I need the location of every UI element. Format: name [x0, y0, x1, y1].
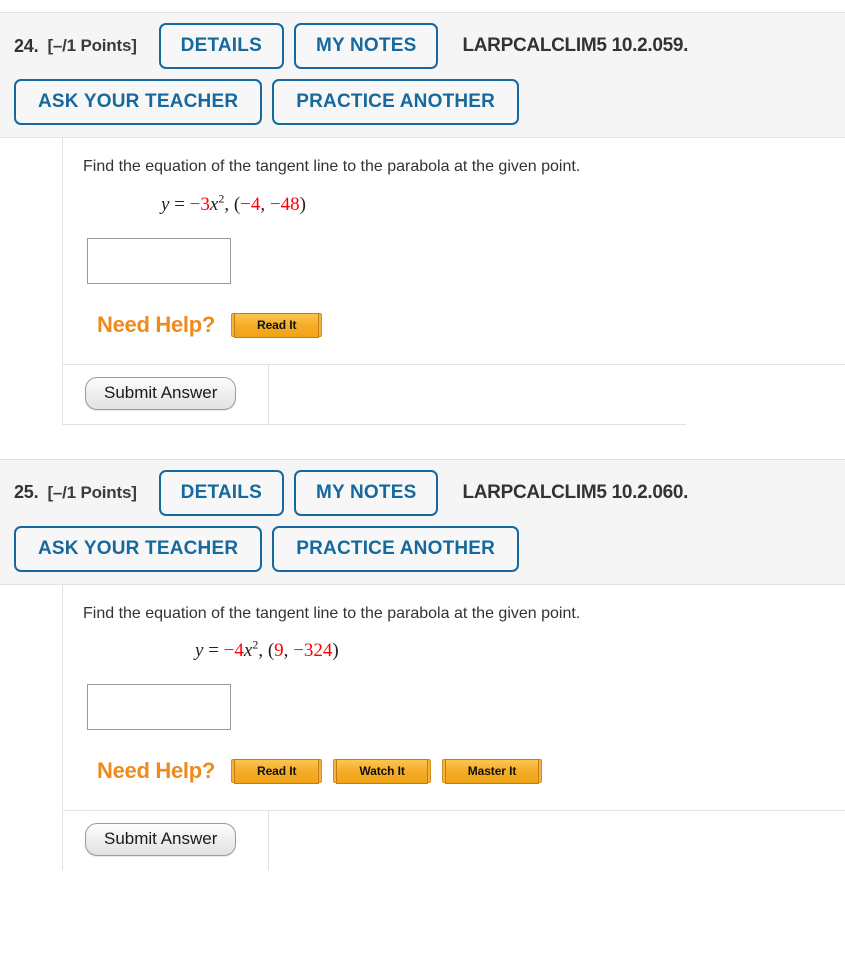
- problem-24-question-content: Find the equation of the tangent line to…: [63, 138, 845, 338]
- equation-point-y: −324: [293, 640, 333, 662]
- problem-24-header-row-2: ASK YOUR TEACHER PRACTICE ANOTHER: [0, 79, 845, 125]
- equation-lhs: y: [161, 193, 170, 215]
- ask-your-teacher-button[interactable]: ASK YOUR TEACHER: [14, 525, 263, 572]
- page-top-spacer: [0, 0, 845, 12]
- equation-point-x: −4: [240, 193, 261, 215]
- equation-display: y = −3x2, (−4, −48): [161, 192, 845, 216]
- answer-input[interactable]: [87, 237, 231, 284]
- problem-24-header: 24. [–/1 Points] DETAILS MY NOTES LARPCA…: [0, 12, 845, 138]
- watch-it-button[interactable]: Watch It: [333, 759, 431, 785]
- master-it-label: Master It: [444, 759, 540, 785]
- equation-comma: ,: [224, 193, 230, 215]
- watch-it-label: Watch It: [336, 759, 428, 785]
- problem-number: 24.: [14, 35, 39, 56]
- question-prompt: Find the equation of the tangent line to…: [83, 604, 581, 622]
- my-notes-button[interactable]: MY NOTES: [293, 469, 439, 516]
- submit-answer-button[interactable]: Submit Answer: [85, 823, 237, 857]
- problem-24-bottom-spacer: [0, 424, 845, 459]
- problem-24-submit-filler: [268, 364, 845, 424]
- need-help-row: Need Help? Read It Watch It Master It: [97, 758, 845, 785]
- read-it-label: Read It: [234, 759, 320, 785]
- equation-display: y = −4x2, (9, −324): [195, 639, 845, 662]
- problem-25: 25. [–/1 Points] DETAILS MY NOTES LARPCA…: [0, 458, 845, 871]
- equation-lhs: y: [195, 640, 204, 662]
- problem-25-gutter: [0, 584, 62, 871]
- equation-point-close: ): [332, 640, 339, 662]
- problem-25-header-row-1: 25. [–/1 Points] DETAILS MY NOTES LARPCA…: [0, 469, 845, 516]
- problem-24-question-card: Find the equation of the tangent line to…: [62, 138, 845, 425]
- problem-25-question-card: Find the equation of the tangent line to…: [62, 584, 845, 871]
- textbook-reference: LARPCALCLIM5 10.2.059.: [462, 35, 689, 56]
- need-help-label: Need Help?: [97, 758, 216, 784]
- answer-input[interactable]: [87, 684, 231, 731]
- problem-24-submit-zone: Submit Answer: [63, 363, 845, 424]
- problem-25-body: Find the equation of the tangent line to…: [0, 584, 845, 871]
- practice-another-button[interactable]: PRACTICE ANOTHER: [272, 79, 520, 125]
- equation-point-close: ): [299, 193, 306, 215]
- problem-number: 25.: [14, 482, 39, 503]
- read-it-label: Read It: [234, 312, 320, 338]
- problem-24-submit-cell: Submit Answer: [63, 365, 268, 424]
- equation-point-y: −48: [269, 193, 300, 215]
- equation-coefficient: −3: [189, 193, 210, 215]
- problem-25-submit-filler: [268, 811, 845, 871]
- master-it-button[interactable]: Master It: [441, 759, 543, 785]
- problem-25-header: 25. [–/1 Points] DETAILS MY NOTES LARPCA…: [0, 458, 845, 585]
- problem-25-header-row-2: ASK YOUR TEACHER PRACTICE ANOTHER: [0, 525, 845, 572]
- problem-25-submit-cell: Submit Answer: [63, 811, 268, 870]
- equation-coefficient: −4: [223, 640, 244, 662]
- equation-point-x: 9: [274, 640, 284, 662]
- textbook-reference: LARPCALCLIM5 10.2.060.: [462, 481, 689, 503]
- read-it-button[interactable]: Read It: [231, 312, 323, 338]
- points-label: [–/1 Points]: [47, 36, 137, 55]
- submit-answer-button[interactable]: Submit Answer: [85, 376, 237, 410]
- problem-24-body: Find the equation of the tangent line to…: [0, 138, 845, 425]
- assignment-page: 24. [–/1 Points] DETAILS MY NOTES LARPCA…: [0, 0, 845, 953]
- equation-equals: =: [174, 193, 185, 215]
- equation-point-separator: ,: [260, 193, 270, 215]
- problem-24-header-row-1: 24. [–/1 Points] DETAILS MY NOTES LARPCA…: [0, 23, 845, 69]
- need-help-row: Need Help? Read It: [97, 312, 845, 338]
- points-label: [–/1 Points]: [47, 482, 137, 502]
- problem-24-card-bottom: [63, 423, 686, 425]
- details-button[interactable]: DETAILS: [158, 23, 284, 69]
- problem-24: 24. [–/1 Points] DETAILS MY NOTES LARPCA…: [0, 12, 845, 459]
- read-it-button[interactable]: Read It: [231, 759, 323, 785]
- problem-25-question-content: Find the equation of the tangent line to…: [63, 585, 845, 785]
- equation-equals: =: [208, 640, 219, 662]
- equation-point-separator: ,: [283, 640, 294, 662]
- need-help-label: Need Help?: [97, 311, 216, 337]
- my-notes-button[interactable]: MY NOTES: [293, 23, 439, 69]
- question-prompt: Find the equation of the tangent line to…: [83, 158, 581, 175]
- details-button[interactable]: DETAILS: [158, 469, 284, 516]
- practice-another-button[interactable]: PRACTICE ANOTHER: [272, 525, 520, 572]
- equation-comma: ,: [258, 640, 264, 662]
- ask-your-teacher-button[interactable]: ASK YOUR TEACHER: [14, 79, 263, 125]
- problem-24-gutter: [0, 138, 62, 425]
- problem-25-submit-zone: Submit Answer: [63, 810, 845, 871]
